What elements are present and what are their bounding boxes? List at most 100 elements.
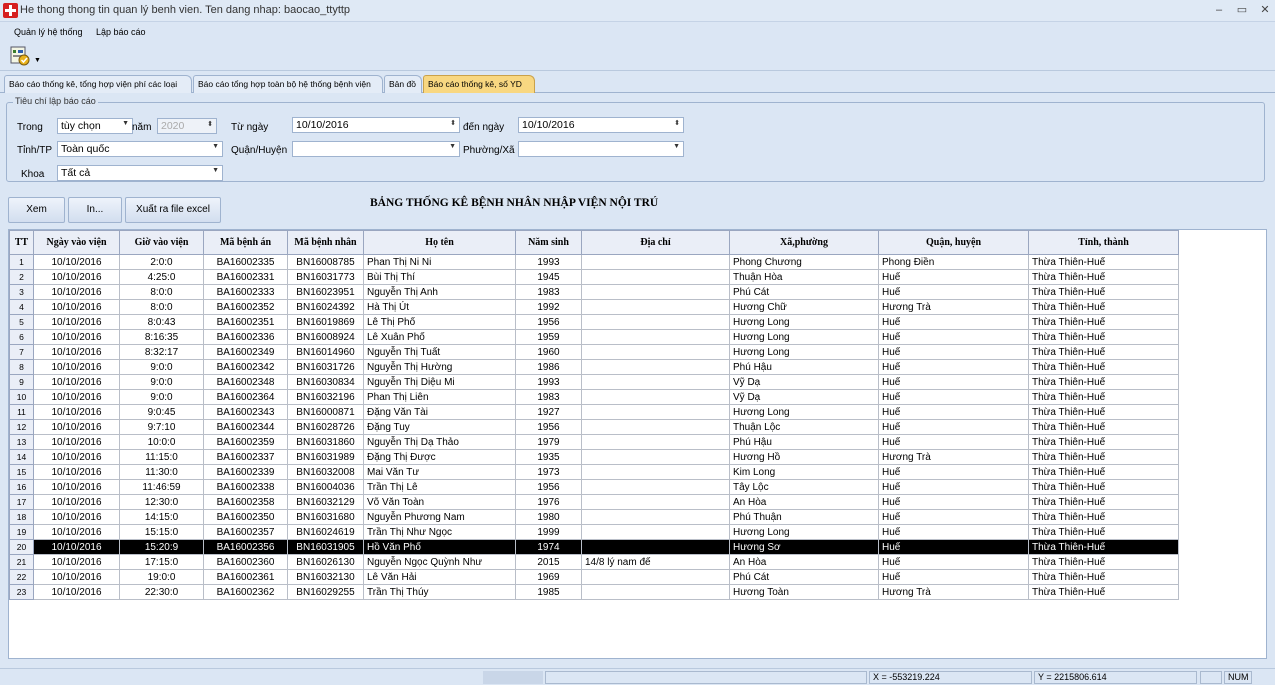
cell-xa-phuong[interactable]: Thuận Lộc: [729, 419, 879, 435]
cell-gio-vao-vien[interactable]: 11:15:0: [119, 449, 204, 465]
cell-nam-sinh[interactable]: 1959: [515, 329, 582, 345]
cell-dia-chi[interactable]: [581, 539, 730, 555]
menu-quan-ly-he-thong[interactable]: Quản lý hệ thống: [14, 27, 83, 37]
cell-xa-phuong[interactable]: Phú Cát: [729, 569, 879, 585]
cell-tt[interactable]: 3: [9, 284, 34, 300]
cell-dia-chi[interactable]: [581, 374, 730, 390]
report-tool-icon[interactable]: [8, 44, 32, 68]
cell-ho-ten[interactable]: Nguyễn Thị Dạ Thảo: [363, 434, 516, 450]
cell-quan-huyen[interactable]: Huế: [878, 554, 1029, 570]
cell-gio-vao-vien[interactable]: 10:0:0: [119, 434, 204, 450]
cell-ho-ten[interactable]: Nguyễn Thị Anh: [363, 284, 516, 300]
data-grid[interactable]: TT Ngày vào viện Giờ vào viện Mã bệnh án Mã …: [8, 229, 1267, 659]
cell-ma-benh-nhan[interactable]: BN16014960: [287, 344, 364, 360]
table-row[interactable]: 18 10/10/2016 14:15:0 BA16002350 BN16031680 N…: [9, 509, 1179, 525]
table-row[interactable]: 4 10/10/2016 8:0:0 BA16002352 BN16024392 Hà T…: [9, 299, 1179, 315]
cell-ho-ten[interactable]: Trần Thị Như Ngọc: [363, 524, 516, 540]
tab-tong-hop[interactable]: Báo cáo tổng hợp toàn bộ hệ thống bệnh v…: [193, 75, 383, 93]
cell-xa-phuong[interactable]: Vỹ Dạ: [729, 374, 879, 390]
cell-xa-phuong[interactable]: An Hòa: [729, 494, 879, 510]
cell-ngay-vao-vien[interactable]: 10/10/2016: [33, 584, 120, 600]
cell-ma-benh-nhan[interactable]: BN16024392: [287, 299, 364, 315]
cell-quan-huyen[interactable]: Huế: [878, 569, 1029, 585]
cell-gio-vao-vien[interactable]: 11:30:0: [119, 464, 204, 480]
tab-so-yd[interactable]: Báo cáo thống kê, số YD: [423, 75, 535, 93]
cell-tt[interactable]: 15: [9, 464, 34, 480]
cell-xa-phuong[interactable]: An Hòa: [729, 554, 879, 570]
cell-dia-chi[interactable]: 14/8 lý nam đế: [581, 554, 730, 570]
cell-ho-ten[interactable]: Lê Xuân Phố: [363, 329, 516, 345]
cell-tt[interactable]: 12: [9, 419, 34, 435]
table-row[interactable]: 19 10/10/2016 15:15:0 BA16002357 BN16024619 T…: [9, 524, 1179, 540]
table-row[interactable]: 10 10/10/2016 9:0:0 BA16002364 BN16032196 Pha…: [9, 389, 1179, 405]
cell-xa-phuong[interactable]: Hương Long: [729, 524, 879, 540]
cell-nam-sinh[interactable]: 1956: [515, 479, 582, 495]
cell-ma-benh-an[interactable]: BA16002356: [203, 539, 288, 555]
cell-gio-vao-vien[interactable]: 11:46:59: [119, 479, 204, 495]
cell-tinh-thanh[interactable]: Thừa Thiên-Huế: [1028, 389, 1179, 405]
cell-dia-chi[interactable]: [581, 284, 730, 300]
table-row[interactable]: 15 10/10/2016 11:30:0 BA16002339 BN16032008 M…: [9, 464, 1179, 480]
cell-nam-sinh[interactable]: 1985: [515, 584, 582, 600]
cell-tt[interactable]: 5: [9, 314, 34, 330]
cell-xa-phuong[interactable]: Thuận Hòa: [729, 269, 879, 285]
cell-dia-chi[interactable]: [581, 569, 730, 585]
cell-ho-ten[interactable]: Đặng Thị Được: [363, 449, 516, 465]
column-header-tinh-thanh[interactable]: Tỉnh, thành: [1028, 230, 1179, 255]
cell-xa-phuong[interactable]: Hương Hồ: [729, 449, 879, 465]
cell-tt[interactable]: 18: [9, 509, 34, 525]
cell-ma-benh-an[interactable]: BA16002358: [203, 494, 288, 510]
column-header-xa-phuong[interactable]: Xã,phường: [729, 230, 879, 255]
table-row[interactable]: 20 10/10/2016 15:20:9 BA16002356 BN16031905 H…: [9, 539, 1179, 555]
cell-ho-ten[interactable]: Nguyễn Phương Nam: [363, 509, 516, 525]
column-header-gio-vao-vien[interactable]: Giờ vào viện: [119, 230, 204, 255]
cell-nam-sinh[interactable]: 1983: [515, 389, 582, 405]
tab-vien-phi[interactable]: Báo cáo thống kê, tổng hợp viện phí các …: [4, 75, 192, 93]
cell-nam-sinh[interactable]: 1927: [515, 404, 582, 420]
cell-quan-huyen[interactable]: Huế: [878, 374, 1029, 390]
cell-dia-chi[interactable]: [581, 449, 730, 465]
cell-quan-huyen[interactable]: Huế: [878, 314, 1029, 330]
cell-dia-chi[interactable]: [581, 329, 730, 345]
cell-gio-vao-vien[interactable]: 8:0:0: [119, 284, 204, 300]
cell-ma-benh-nhan[interactable]: BN16028726: [287, 419, 364, 435]
cell-gio-vao-vien[interactable]: 8:0:43: [119, 314, 204, 330]
table-row[interactable]: 5 10/10/2016 8:0:43 BA16002351 BN16019869 Lê …: [9, 314, 1179, 330]
cell-ma-benh-an[interactable]: BA16002335: [203, 254, 288, 270]
cell-ma-benh-an[interactable]: BA16002352: [203, 299, 288, 315]
cell-nam-sinh[interactable]: 1999: [515, 524, 582, 540]
cell-ma-benh-an[interactable]: BA16002338: [203, 479, 288, 495]
cell-tt[interactable]: 20: [9, 539, 34, 555]
cell-dia-chi[interactable]: [581, 419, 730, 435]
cell-ngay-vao-vien[interactable]: 10/10/2016: [33, 284, 120, 300]
cell-xa-phuong[interactable]: Phú Thuận: [729, 509, 879, 525]
cell-quan-huyen[interactable]: Huế: [878, 494, 1029, 510]
cell-tt[interactable]: 14: [9, 449, 34, 465]
cell-quan-huyen[interactable]: Huế: [878, 524, 1029, 540]
cell-ma-benh-nhan[interactable]: BN16032129: [287, 494, 364, 510]
cell-dia-chi[interactable]: [581, 404, 730, 420]
cell-xa-phuong[interactable]: Phú Hậu: [729, 359, 879, 375]
cell-ma-benh-an[interactable]: BA16002343: [203, 404, 288, 420]
cell-xa-phuong[interactable]: Hương Long: [729, 404, 879, 420]
cell-ma-benh-nhan[interactable]: BN16032130: [287, 569, 364, 585]
table-row[interactable]: 16 10/10/2016 11:46:59 BA16002338 BN16004036…: [9, 479, 1179, 495]
cell-nam-sinh[interactable]: 1992: [515, 299, 582, 315]
denngay-datepicker[interactable]: 10/10/2016 ⬍: [518, 117, 684, 133]
cell-dia-chi[interactable]: [581, 359, 730, 375]
cell-xa-phuong[interactable]: Tây Lộc: [729, 479, 879, 495]
cell-ngay-vao-vien[interactable]: 10/10/2016: [33, 389, 120, 405]
cell-ma-benh-nhan[interactable]: BN16019869: [287, 314, 364, 330]
cell-ma-benh-nhan[interactable]: BN16023951: [287, 284, 364, 300]
cell-ngay-vao-vien[interactable]: 10/10/2016: [33, 269, 120, 285]
cell-gio-vao-vien[interactable]: 17:15:0: [119, 554, 204, 570]
nam-spinner[interactable]: 2020 ⬍: [157, 118, 217, 134]
cell-tinh-thanh[interactable]: Thừa Thiên-Huế: [1028, 584, 1179, 600]
cell-ngay-vao-vien[interactable]: 10/10/2016: [33, 524, 120, 540]
cell-quan-huyen[interactable]: Phong Điền: [878, 254, 1029, 270]
cell-tt[interactable]: 13: [9, 434, 34, 450]
cell-nam-sinh[interactable]: 1993: [515, 254, 582, 270]
cell-ma-benh-an[interactable]: BA16002351: [203, 314, 288, 330]
cell-ngay-vao-vien[interactable]: 10/10/2016: [33, 434, 120, 450]
table-row[interactable]: 17 10/10/2016 12:30:0 BA16002358 BN16032129 V…: [9, 494, 1179, 510]
